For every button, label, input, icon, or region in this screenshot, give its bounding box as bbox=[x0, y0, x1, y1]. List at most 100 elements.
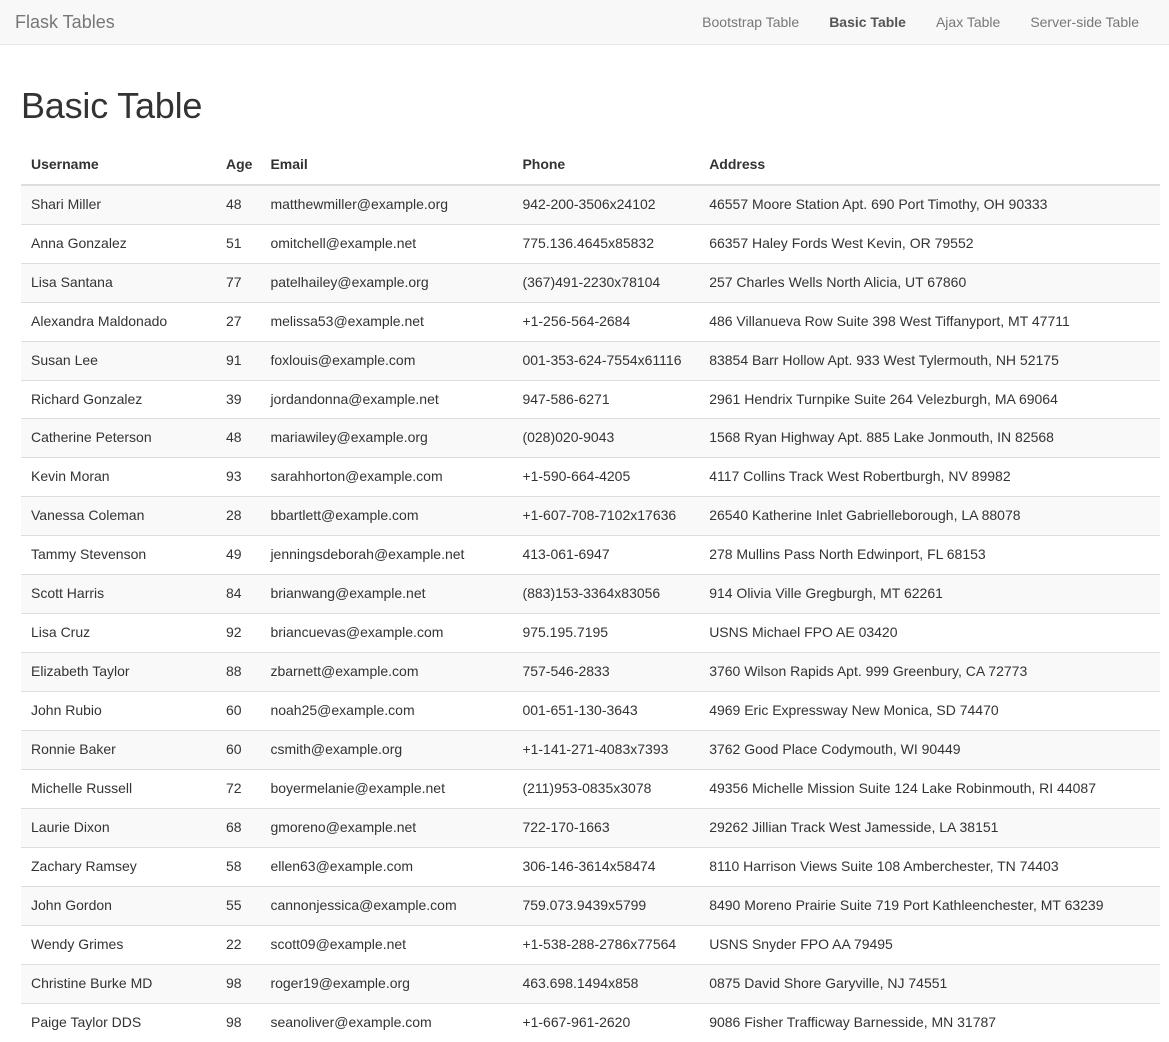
cell-age: 22 bbox=[215, 925, 261, 965]
nav-item-bootstrap-table: Bootstrap Table bbox=[687, 0, 814, 45]
cell-username: Paige Taylor DDS bbox=[21, 1003, 216, 1042]
cell-address: USNS Michael FPO AE 03420 bbox=[699, 613, 1160, 653]
cell-email: roger19@example.org bbox=[260, 964, 513, 1004]
nav-link-basic-table[interactable]: Basic Table bbox=[814, 0, 921, 45]
cell-address: 1568 Ryan Highway Apt. 885 Lake Jonmouth… bbox=[699, 418, 1160, 458]
cell-phone: 463.698.1494x858 bbox=[512, 964, 700, 1004]
column-header-phone[interactable]: Phone bbox=[512, 146, 700, 186]
cell-username: Ronnie Baker bbox=[21, 730, 216, 770]
cell-username: Alexandra Maldonado bbox=[21, 301, 216, 342]
table-head: Username Age Email Phone Address bbox=[21, 146, 1160, 186]
cell-address: 257 Charles Wells North Alicia, UT 67860 bbox=[699, 262, 1160, 303]
cell-username: Anna Gonzalez bbox=[21, 223, 216, 264]
table-row: Kevin Moran 93 sarahhorton@example.com +1-5… bbox=[21, 457, 1160, 497]
cell-age: 84 bbox=[215, 574, 261, 614]
cell-address: USNS Snyder FPO AA 79495 bbox=[699, 925, 1160, 965]
cell-username: Vanessa Coleman bbox=[21, 496, 216, 536]
table-row: Anna Gonzalez 51 omitchell@example.net 775.… bbox=[21, 223, 1160, 264]
cell-username: Lisa Santana bbox=[21, 262, 216, 303]
nav-link-server-side-table[interactable]: Server-side Table bbox=[1015, 0, 1154, 45]
cell-age: 91 bbox=[215, 340, 261, 380]
cell-phone: 001-353-624-7554x61116 bbox=[512, 340, 700, 380]
column-header-email[interactable]: Email bbox=[260, 146, 513, 186]
table-body: Shari Miller 48 matthewmiller@example.org 9… bbox=[21, 184, 1160, 1042]
column-header-username[interactable]: Username bbox=[21, 146, 216, 186]
cell-address: 26540 Katherine Inlet Gabrielleborough, … bbox=[699, 496, 1160, 536]
cell-username: Susan Lee bbox=[21, 340, 216, 380]
cell-username: Michelle Russell bbox=[21, 769, 216, 809]
users-table: Username Age Email Phone Address Shari M… bbox=[21, 146, 1160, 1042]
cell-username: Lisa Cruz bbox=[21, 613, 216, 653]
table-row: Michelle Russell 72 boyermelanie@example.n… bbox=[21, 769, 1160, 809]
table-row: Paige Taylor DDS 98 seanoliver@example.com… bbox=[21, 1003, 1160, 1042]
nav-link-ajax-table[interactable]: Ajax Table bbox=[921, 0, 1015, 45]
nav-item-server-side-table: Server-side Table bbox=[1015, 0, 1154, 45]
cell-phone: +1-590-664-4205 bbox=[512, 457, 700, 497]
table-row: Vanessa Coleman 28 bbartlett@example.com +1… bbox=[21, 496, 1160, 536]
cell-phone: 757-546-2833 bbox=[512, 652, 700, 692]
cell-age: 88 bbox=[215, 652, 261, 692]
table-row: Christine Burke MD 98 roger19@example.org 4… bbox=[21, 964, 1160, 1004]
cell-username: Laurie Dixon bbox=[21, 808, 216, 848]
cell-username: Catherine Peterson bbox=[21, 418, 216, 458]
cell-age: 98 bbox=[215, 1003, 261, 1042]
table-header-row: Username Age Email Phone Address bbox=[21, 146, 1160, 186]
nav-link-bootstrap-table[interactable]: Bootstrap Table bbox=[687, 0, 814, 45]
cell-username: John Rubio bbox=[21, 691, 216, 731]
cell-address: 914 Olivia Ville Gregburgh, MT 62261 bbox=[699, 574, 1160, 614]
table-row: Scott Harris 84 brianwang@example.net (883)… bbox=[21, 574, 1160, 614]
table-row: Tammy Stevenson 49 jenningsdeborah@example… bbox=[21, 535, 1160, 575]
cell-email: jenningsdeborah@example.net bbox=[260, 535, 513, 575]
cell-email: omitchell@example.net bbox=[260, 223, 513, 264]
page-title: Basic Table bbox=[21, 85, 203, 126]
cell-phone: 413-061-6947 bbox=[512, 535, 700, 575]
cell-email: seanoliver@example.com bbox=[260, 1003, 513, 1042]
cell-age: 28 bbox=[215, 496, 261, 536]
table-row: Lisa Cruz 92 briancuevas@example.com 975.19… bbox=[21, 613, 1160, 653]
cell-address: 8110 Harrison Views Suite 108 Amberchest… bbox=[699, 847, 1160, 887]
cell-phone: 306-146-3614x58474 bbox=[512, 847, 700, 887]
cell-email: jordandonna@example.net bbox=[260, 379, 513, 419]
cell-address: 4117 Collins Track West Robertburgh, NV … bbox=[699, 457, 1160, 497]
cell-age: 51 bbox=[215, 223, 261, 264]
navbar-brand[interactable]: Flask Tables bbox=[15, 12, 115, 32]
cell-email: bbartlett@example.com bbox=[260, 496, 513, 536]
cell-username: Elizabeth Taylor bbox=[21, 652, 216, 692]
table-row: Shari Miller 48 matthewmiller@example.org 9… bbox=[21, 184, 1160, 225]
cell-age: 27 bbox=[215, 301, 261, 342]
top-navbar: Flask Tables Bootstrap Table Basic Table… bbox=[0, 0, 1169, 45]
cell-email: matthewmiller@example.org bbox=[260, 184, 513, 225]
cell-email: csmith@example.org bbox=[260, 730, 513, 770]
column-header-age[interactable]: Age bbox=[215, 146, 261, 186]
table-row: Wendy Grimes 22 scott09@example.net +1-538-… bbox=[21, 925, 1160, 965]
cell-phone: (367)491-2230x78104 bbox=[512, 262, 700, 303]
cell-age: 72 bbox=[215, 769, 261, 809]
nav-item-ajax-table: Ajax Table bbox=[921, 0, 1015, 45]
cell-address: 49356 Michelle Mission Suite 124 Lake Ro… bbox=[699, 769, 1160, 809]
cell-address: 9086 Fisher Trafficway Barnesside, MN 31… bbox=[699, 1003, 1160, 1042]
cell-phone: 722-170-1663 bbox=[512, 808, 700, 848]
cell-email: patelhailey@example.org bbox=[260, 262, 513, 303]
cell-age: 93 bbox=[215, 457, 261, 497]
table-row: John Rubio 60 noah25@example.com 001-651-13… bbox=[21, 691, 1160, 731]
cell-address: 4969 Eric Expressway New Monica, SD 7447… bbox=[699, 691, 1160, 731]
cell-age: 55 bbox=[215, 886, 261, 926]
cell-address: 486 Villanueva Row Suite 398 West Tiffan… bbox=[699, 301, 1160, 342]
cell-phone: 942-200-3506x24102 bbox=[512, 184, 700, 225]
cell-email: foxlouis@example.com bbox=[260, 340, 513, 380]
cell-email: ellen63@example.com bbox=[260, 847, 513, 887]
cell-address: 3760 Wilson Rapids Apt. 999 Greenbury, C… bbox=[699, 652, 1160, 692]
cell-email: noah25@example.com bbox=[260, 691, 513, 731]
cell-username: Zachary Ramsey bbox=[21, 847, 216, 887]
nav-item-basic-table: Basic Table bbox=[814, 0, 921, 45]
cell-phone: 759.073.9439x5799 bbox=[512, 886, 700, 926]
cell-username: Scott Harris bbox=[21, 574, 216, 614]
cell-email: boyermelanie@example.net bbox=[260, 769, 513, 809]
column-header-address[interactable]: Address bbox=[699, 146, 1160, 186]
cell-email: sarahhorton@example.com bbox=[260, 457, 513, 497]
table-row: John Gordon 55 cannonjessica@example.com 75… bbox=[21, 886, 1160, 926]
cell-username: Shari Miller bbox=[21, 184, 216, 225]
cell-username: Wendy Grimes bbox=[21, 925, 216, 965]
cell-address: 66357 Haley Fords West Kevin, OR 79552 bbox=[699, 223, 1160, 264]
cell-address: 83854 Barr Hollow Apt. 933 West Tylermou… bbox=[699, 340, 1160, 380]
